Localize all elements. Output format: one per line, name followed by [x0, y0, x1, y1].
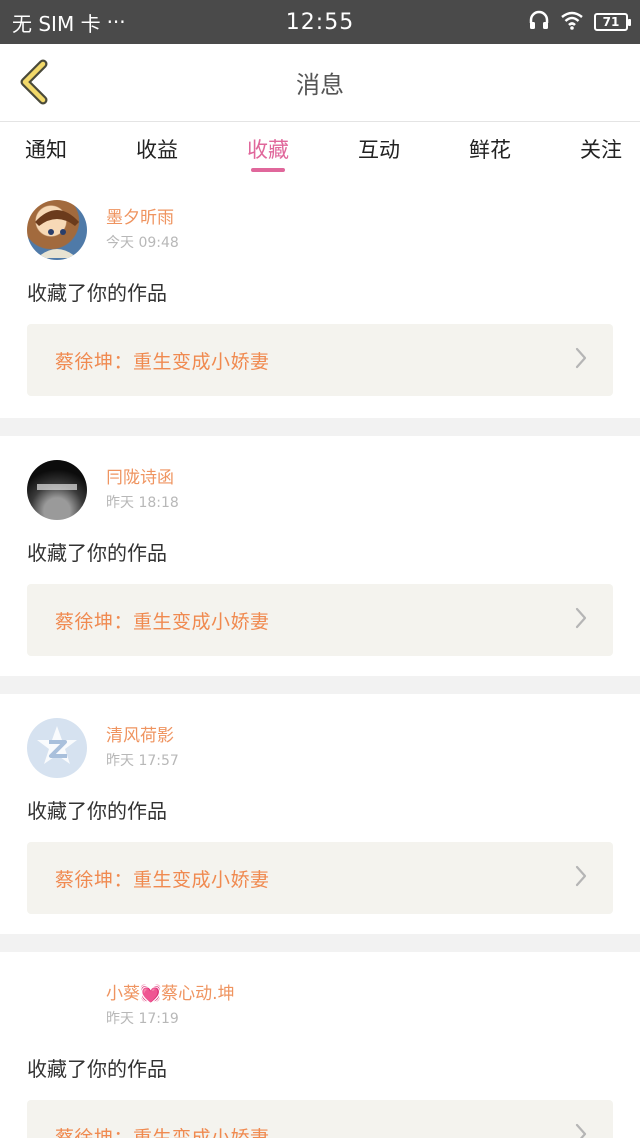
timestamp: 昨天 17:57: [106, 753, 179, 769]
message-card: 清风荷影 昨天 17:57 收藏了你的作品 蔡徐坤：重生变成小娇妻: [0, 694, 640, 934]
timestamp: 今天 09:48: [106, 235, 179, 251]
message-header: 冃陇诗函 昨天 18:18: [27, 436, 613, 520]
message-card: 冃陇诗函 昨天 18:18 收藏了你的作品 蔡徐坤：重生变成小娇妻: [0, 436, 640, 676]
carrier-label: 无 SIM 卡: [12, 11, 101, 36]
work-title: 蔡徐坤：重生变成小娇妻: [55, 868, 270, 891]
username[interactable]: 墨夕昕雨: [106, 207, 179, 229]
work-link[interactable]: 蔡徐坤：重生变成小娇妻: [27, 842, 613, 914]
page-title: 消息: [296, 71, 344, 99]
divider: [0, 676, 640, 694]
work-title: 蔡徐坤：重生变成小娇妻: [55, 1126, 270, 1138]
chevron-right-icon: [575, 1123, 587, 1138]
action-text: 收藏了你的作品: [27, 281, 167, 305]
tab-follows[interactable]: 关注: [580, 122, 622, 176]
tab-bar: 通知 收益 收藏 互动 鲜花 关注: [0, 122, 640, 176]
wifi-icon: [560, 10, 584, 35]
avatar[interactable]: [27, 460, 87, 520]
divider: [0, 418, 640, 436]
username[interactable]: 小葵💓蔡心动.坤: [106, 983, 235, 1005]
timestamp: 昨天 18:18: [106, 495, 179, 511]
tab-earnings[interactable]: 收益: [136, 122, 178, 176]
message-card: 墨夕昕雨 今天 09:48 收藏了你的作品 蔡徐坤：重生变成小娇妻: [0, 176, 640, 418]
chevron-right-icon: [575, 607, 587, 633]
message-header: 清风荷影 昨天 17:57: [27, 694, 613, 778]
chevron-left-icon: [17, 59, 51, 109]
status-time: 12:55: [285, 9, 355, 35]
back-button[interactable]: [14, 59, 54, 109]
more-dots: ···: [106, 10, 126, 34]
nav-bar: 消息: [0, 44, 640, 122]
work-link[interactable]: 蔡徐坤：重生变成小娇妻: [27, 1100, 613, 1138]
divider: [0, 934, 640, 952]
work-title: 蔡徐坤：重生变成小娇妻: [55, 610, 270, 633]
avatar[interactable]: [27, 976, 87, 1036]
user-meta: 墨夕昕雨 今天 09:48: [106, 207, 179, 253]
username[interactable]: 冃陇诗函: [106, 467, 179, 489]
work-link[interactable]: 蔡徐坤：重生变成小娇妻: [27, 324, 613, 396]
timestamp: 昨天 17:19: [106, 1011, 179, 1027]
action-text: 收藏了你的作品: [27, 1057, 167, 1081]
message-header: 小葵💓蔡心动.坤 昨天 17:19: [27, 952, 613, 1036]
user-meta: 小葵💓蔡心动.坤 昨天 17:19: [106, 983, 235, 1029]
chevron-right-icon: [575, 347, 587, 373]
chevron-right-icon: [575, 865, 587, 891]
user-meta: 清风荷影 昨天 17:57: [106, 725, 179, 771]
action-text: 收藏了你的作品: [27, 541, 167, 565]
default-avatar-icon[interactable]: [27, 718, 87, 778]
message-card: 小葵💓蔡心动.坤 昨天 17:19 收藏了你的作品 蔡徐坤：重生变成小娇妻: [0, 952, 640, 1138]
action-text: 收藏了你的作品: [27, 799, 167, 823]
tab-notifications[interactable]: 通知: [25, 122, 67, 176]
tab-favorites[interactable]: 收藏: [247, 122, 289, 176]
tab-interactions[interactable]: 互动: [358, 122, 400, 176]
message-header: 墨夕昕雨 今天 09:48: [27, 176, 613, 260]
battery-icon: 71: [594, 13, 631, 31]
status-right: 71: [528, 9, 631, 36]
avatar[interactable]: [27, 200, 87, 260]
tab-flowers[interactable]: 鲜花: [469, 122, 511, 176]
status-left: 无 SIM 卡 ···: [12, 8, 126, 37]
username[interactable]: 清风荷影: [106, 725, 179, 747]
work-title: 蔡徐坤：重生变成小娇妻: [55, 350, 270, 373]
headphones-icon: [528, 9, 550, 36]
status-bar: 无 SIM 卡 ··· 12:55 71: [0, 0, 640, 44]
user-meta: 冃陇诗函 昨天 18:18: [106, 467, 179, 513]
work-link[interactable]: 蔡徐坤：重生变成小娇妻: [27, 584, 613, 656]
